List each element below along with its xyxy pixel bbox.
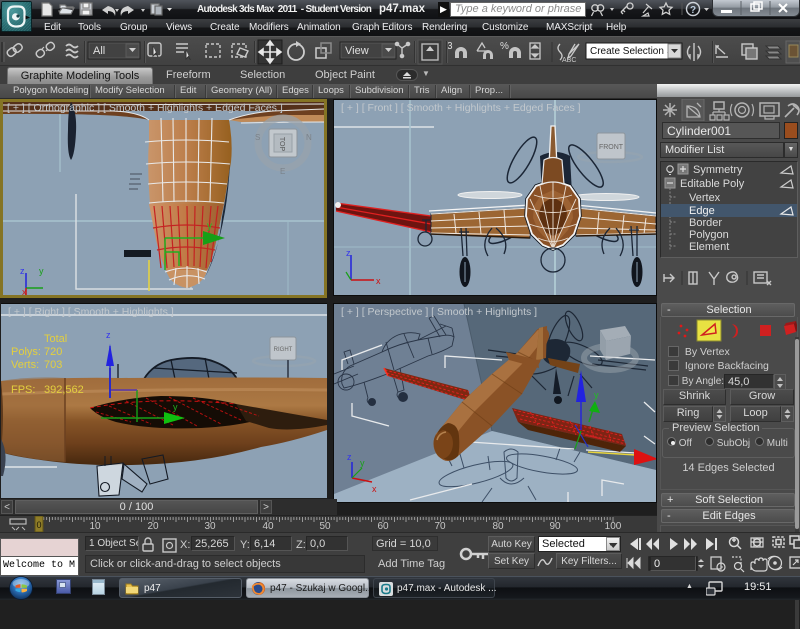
svg-text:x: x <box>372 484 377 494</box>
svg-text:S: S <box>255 133 260 142</box>
svg-text:703: 703 <box>44 359 62 371</box>
svg-text:90: 90 <box>549 521 561 532</box>
svg-text:720: 720 <box>44 346 62 358</box>
svg-text:0: 0 <box>36 520 41 530</box>
svg-text:Vertex: Vertex <box>689 192 721 204</box>
svg-text:392,562: 392,562 <box>44 384 84 396</box>
svg-text:10: 10 <box>89 521 101 532</box>
svg-text:Symmetry: Symmetry <box>693 164 743 176</box>
svg-text:50: 50 <box>319 521 331 532</box>
svg-text:y: y <box>39 266 44 276</box>
svg-text:Verts:: Verts: <box>11 359 39 371</box>
svg-text:%: % <box>500 41 509 52</box>
svg-text:?: ? <box>690 5 696 16</box>
svg-text:y: y <box>173 402 178 412</box>
svg-text:E: E <box>280 167 285 176</box>
svg-text:100: 100 <box>605 521 622 532</box>
svg-text:y: y <box>207 221 212 232</box>
svg-text:70: 70 <box>434 521 446 532</box>
svg-text:40: 40 <box>262 521 274 532</box>
svg-text:z: z <box>20 266 25 276</box>
svg-text:60: 60 <box>377 521 389 532</box>
svg-text:Editable Poly: Editable Poly <box>680 178 745 190</box>
svg-text:x: x <box>376 276 381 286</box>
svg-text:z: z <box>346 248 351 258</box>
svg-text:Create Selection Se: Create Selection Se <box>590 46 679 57</box>
svg-text:FRONT: FRONT <box>599 144 624 151</box>
svg-text:Polys:: Polys: <box>11 346 41 358</box>
svg-text:Edge: Edge <box>689 205 715 217</box>
svg-text:RIGHT: RIGHT <box>274 347 293 353</box>
svg-text:Polygon: Polygon <box>689 229 729 241</box>
svg-text:View: View <box>345 45 369 57</box>
svg-text:80: 80 <box>492 521 504 532</box>
svg-text:ABC: ABC <box>562 57 576 64</box>
svg-text:Total: Total <box>44 333 67 345</box>
svg-text:x: x <box>22 287 27 295</box>
svg-text:y: y <box>360 458 365 468</box>
svg-text:z: z <box>347 452 352 462</box>
svg-text:Border: Border <box>689 217 722 229</box>
svg-text:20: 20 <box>147 521 159 532</box>
svg-text:FPS:: FPS: <box>11 384 35 396</box>
svg-text:N: N <box>306 133 312 142</box>
svg-text:3: 3 <box>447 41 453 52</box>
svg-text:TOP: TOP <box>278 137 285 152</box>
svg-text:z: z <box>106 330 111 340</box>
svg-text:Element: Element <box>689 241 729 253</box>
svg-text:All: All <box>93 45 105 57</box>
svg-text:30: 30 <box>204 521 216 532</box>
svg-text:y: y <box>594 390 599 400</box>
